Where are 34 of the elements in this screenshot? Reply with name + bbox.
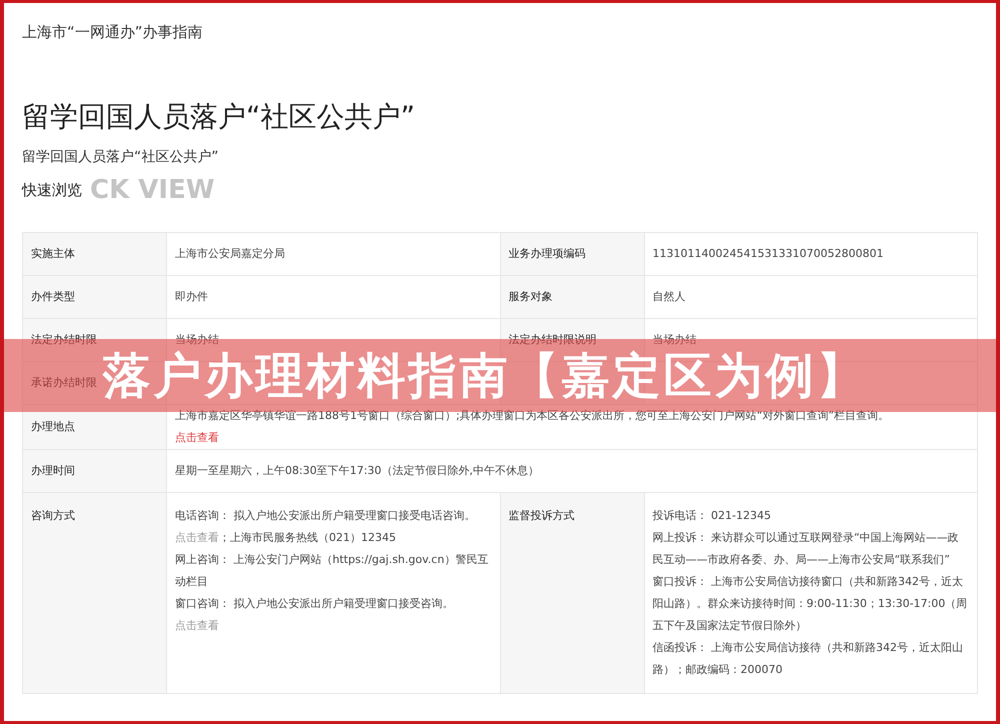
cell-text: ；上海市民服务热线（021）12345 <box>219 531 396 544</box>
cell-text: 信函投诉： 上海市公安局信访接待（共和新路342号，近太阳山路）；邮政编码：200070 <box>652 641 963 676</box>
section-title: 快速浏览 <box>22 180 82 200</box>
section-backdrop-text: CK VIEW <box>90 174 215 206</box>
view-link[interactable]: 点击查看 <box>175 431 219 444</box>
field-label: 服务对象 <box>508 290 552 303</box>
cell-text: 窗口咨询： 拟入户地公安派出所户籍受理窗口接受咨询。 <box>175 597 454 610</box>
cell-text: 电话咨询： 拟入户地公安派出所户籍受理窗口接受电话咨询。 <box>175 509 476 522</box>
cell-text: 窗口投诉： 上海市公安局信访接待窗口（共和新路342号，近太阳山路）。群众来访接待时间：9:00-11:30；13:30-17:00（周五下午及国家法定节假日除外） <box>652 575 968 632</box>
field-label: 办件类型 <box>31 290 75 303</box>
cell-text: 上海市嘉定区华亭镇华谊一路188号1号窗口（综合窗口）;具体办理窗口为本区各公安派出所，您可至上海公安门户网站“对外窗口查询”栏目查询。 <box>175 409 890 422</box>
cell-text: 网上咨询： 上海公安门户网站（https://gaj.sh.gov.cn）警民互动栏目 <box>175 553 488 588</box>
cell-text: 上海市公安局嘉定分局 <box>175 247 285 260</box>
page-subheading: 留学回国人员落户“社区公共户” <box>22 148 220 166</box>
view-link[interactable]: 点击查看 <box>175 619 219 632</box>
cell-text: 即办件 <box>175 290 208 303</box>
view-link[interactable]: 点击查看 <box>175 531 219 544</box>
cell-text: 投诉电话： 021-12345 <box>652 509 771 522</box>
field-label: 咨询方式 <box>31 509 75 522</box>
cell-text: 星期一至星期六，上午08:30至下午17:30（法定节假日除外,中午不休息） <box>175 464 539 477</box>
site-title: 上海市“一网通办”办事指南 <box>22 23 204 42</box>
field-label: 法定办结时限说明 <box>508 333 596 346</box>
field-label: 监督投诉方式 <box>508 509 574 522</box>
cell-text: 自然人 <box>652 290 686 303</box>
field-label: 法定办结时限 <box>31 333 97 346</box>
cell-text: 网上投诉： 来访群众可以通过互联网登录“中国上海网站——政民互动——市政府各委、办、局——上海市公安局“联系我们” <box>652 531 959 566</box>
cell-text: 113101140024541531331070052800801 <box>652 247 884 260</box>
field-label: 办理时间 <box>31 464 75 477</box>
field-label: 业务办理项编码 <box>508 247 586 260</box>
page-heading: 留学回国人员落户“社区公共户” <box>22 99 416 135</box>
field-label: 办理地点 <box>31 420 75 433</box>
banner-text: 落户办理材料指南【嘉定区为例】 <box>102 352 868 400</box>
field-label: 承诺办结时限 <box>31 376 97 389</box>
field-label: 实施主体 <box>31 247 75 260</box>
